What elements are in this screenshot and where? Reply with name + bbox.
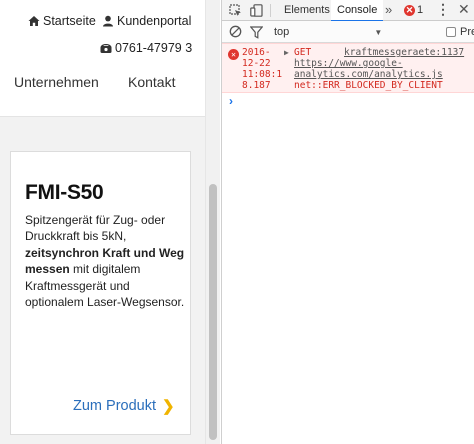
preserve-log-label: Pre <box>460 26 474 38</box>
nav-item-unternehmen[interactable]: Unternehmen <box>14 74 99 90</box>
product-title: FMI-S50 <box>25 181 104 204</box>
more-tabs-button[interactable]: » <box>385 2 392 17</box>
phone-icon <box>100 44 112 53</box>
top-links-bar: Startseite Kundenportal <box>0 14 205 34</box>
user-icon <box>103 15 113 27</box>
console-error-message[interactable]: ✕ 2016- 12-22 11:08:1 8.187 ▶ GET kraftm… <box>222 43 474 93</box>
error-count-badge[interactable]: ✕ 1 <box>404 4 423 16</box>
source-location-link[interactable]: kraftmessgeraete:1137 <box>344 47 464 58</box>
page-scrollbar[interactable] <box>205 0 220 444</box>
tab-console[interactable]: Console <box>331 0 384 22</box>
error-count: 1 <box>417 4 424 16</box>
home-link[interactable]: Startseite <box>28 14 96 28</box>
product-description: Spitzengerät für Zug- oder Druckkraft bi… <box>25 212 190 310</box>
product-card: FMI-S50 Spitzengerät für Zug- oder Druck… <box>10 151 191 435</box>
filter-icon[interactable] <box>250 26 263 39</box>
context-label: top <box>274 26 290 38</box>
error-icon: ✕ <box>228 49 239 60</box>
tabbar-separator <box>270 4 271 17</box>
request-method: GET <box>294 47 312 58</box>
devtools-panel: Elements Console » ✕ 1 ⋮ ✕ top ▼ Pre ✕ 2… <box>221 0 474 444</box>
product-description-text-1: Spitzengerät für Zug- oder Druckkraft bi… <box>25 213 166 244</box>
close-devtools-button[interactable]: ✕ <box>458 1 470 18</box>
website-viewport: Startseite Kundenportal 0761-47979 3 Unt… <box>0 0 205 444</box>
phone-label: 0761-47979 3 <box>115 41 193 55</box>
customer-portal-label: Kundenportal <box>117 14 192 28</box>
preserve-log-checkbox[interactable] <box>446 27 456 37</box>
device-toolbar-icon[interactable] <box>250 4 263 17</box>
error-timestamp: 2016- 12-22 11:08:1 8.187 <box>242 47 283 91</box>
product-link-label: Zum Produkt <box>73 398 156 414</box>
tab-elements[interactable]: Elements <box>278 0 336 21</box>
request-url-link[interactable]: https://www.google- analytics.com/analyt… <box>294 58 472 80</box>
expand-triangle-icon[interactable]: ▶ <box>284 47 289 58</box>
devtools-menu-button[interactable]: ⋮ <box>436 1 450 18</box>
console-toolbar: top ▼ Pre <box>222 21 474 43</box>
error-message-text: net::ERR_BLOCKED_BY_CLIENT <box>294 80 443 91</box>
phone-number[interactable]: 0761-47979 3 <box>100 41 192 55</box>
scrollbar-thumb[interactable] <box>209 184 217 440</box>
devtools-tabbar: Elements Console » ✕ 1 ⋮ ✕ <box>222 0 474 22</box>
inspect-element-icon[interactable] <box>229 4 242 17</box>
dropdown-caret-icon: ▼ <box>374 28 383 37</box>
clear-console-icon[interactable] <box>229 25 242 38</box>
home-icon <box>28 16 40 26</box>
chevron-right-icon: ❯ <box>162 398 175 415</box>
product-link[interactable]: Zum Produkt ❯ <box>73 397 175 415</box>
home-link-label: Startseite <box>43 14 96 28</box>
customer-portal-link[interactable]: Kundenportal <box>102 14 191 28</box>
error-icon: ✕ <box>404 4 415 16</box>
main-navigation: Unternehmen Kontakt <box>0 74 205 94</box>
context-selector[interactable]: top ▼ <box>274 26 382 38</box>
console-prompt[interactable]: › <box>229 94 233 108</box>
nav-item-kontakt[interactable]: Kontakt <box>128 74 175 90</box>
